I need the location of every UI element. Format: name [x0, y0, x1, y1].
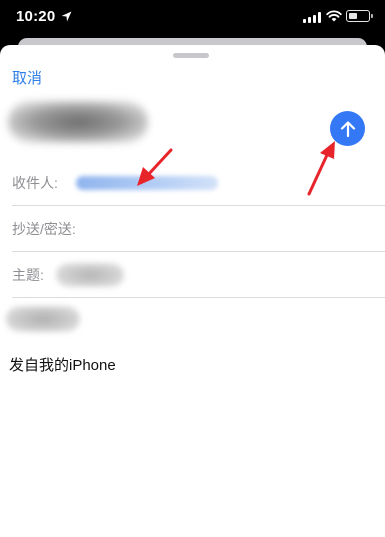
subject-label: 主题:	[12, 267, 44, 283]
signal-bars-icon	[303, 12, 321, 23]
cancel-button[interactable]: 取消	[12, 67, 42, 88]
divider	[12, 297, 385, 298]
cc-bcc-field[interactable]: 抄送/密送:	[12, 206, 385, 252]
email-signature[interactable]: 发自我的iPhone	[9, 354, 116, 375]
arrow-up-icon	[340, 120, 355, 137]
recipient-address-redacted[interactable]	[76, 176, 218, 190]
compose-sheet: 取消 收件人: 抄送/密送: 主题: 发自我的iPhone	[0, 45, 385, 537]
compose-title-redacted	[8, 101, 148, 143]
subject-value-redacted[interactable]	[56, 263, 124, 287]
sheet-grabber[interactable]	[173, 53, 209, 58]
battery-icon	[346, 10, 370, 22]
send-button[interactable]	[330, 111, 365, 146]
to-label: 收件人:	[12, 175, 58, 191]
status-time: 10:20	[16, 8, 56, 25]
wifi-icon	[326, 10, 342, 22]
subject-field[interactable]: 主题:	[12, 252, 385, 298]
battery-tip	[371, 14, 373, 18]
status-bar: 10:20	[0, 0, 385, 38]
location-arrow-icon	[61, 11, 72, 22]
cc-bcc-label: 抄送/密送:	[12, 221, 76, 237]
body-text-redacted[interactable]	[6, 306, 80, 332]
to-field[interactable]: 收件人:	[12, 160, 385, 206]
